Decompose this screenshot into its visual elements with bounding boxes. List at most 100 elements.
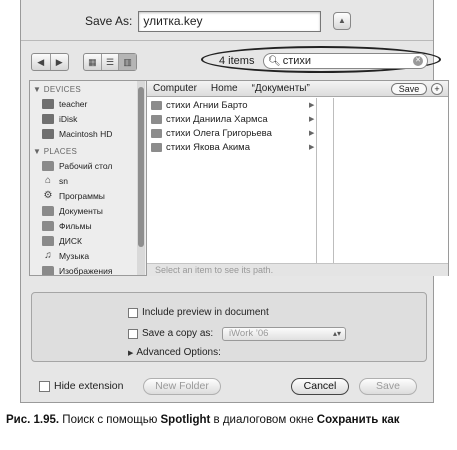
breadcrumb-home[interactable]: Home bbox=[211, 83, 238, 94]
checkbox-box[interactable] bbox=[39, 380, 50, 392]
caption-text: в диалоговом окне bbox=[210, 414, 317, 426]
chevron-right-icon: ▶ bbox=[309, 144, 315, 151]
view-mode-buttons[interactable]: ▦ ☰ ▥ bbox=[83, 53, 137, 71]
hide-extension-checkbox[interactable]: Hide extension bbox=[39, 380, 123, 392]
search-icon: 🔍︎ bbox=[268, 55, 281, 67]
disclosure-triangle-icon[interactable]: ▶ bbox=[128, 349, 133, 357]
cancel-button[interactable]: Cancel bbox=[291, 378, 349, 395]
folder-icon bbox=[151, 128, 162, 138]
caption-number: Рис. 1.95. bbox=[6, 414, 60, 426]
copy-format-select[interactable]: iWork ’06 ▴▾ bbox=[222, 327, 346, 341]
list-item[interactable]: стихи Олега Григорьева ▶ bbox=[147, 126, 316, 140]
applications-icon: ⚙ bbox=[43, 189, 53, 201]
checkbox-box[interactable] bbox=[128, 307, 138, 318]
chevron-right-icon: ▶ bbox=[309, 130, 315, 137]
sidebar-item-music[interactable]: ♫ Музыка bbox=[30, 248, 146, 263]
figure-caption: Рис. 1.95. Поиск с помощью Spotlight в д… bbox=[6, 414, 399, 426]
new-folder-button[interactable]: New Folder bbox=[143, 378, 221, 395]
add-criteria-button[interactable]: + bbox=[431, 83, 443, 95]
caption-bold: Сохранить как bbox=[316, 414, 400, 426]
search-value: стихи bbox=[282, 55, 312, 67]
hard-drive-icon bbox=[42, 128, 54, 139]
sidebar-item-label: iDisk bbox=[59, 113, 78, 124]
save-dialog: Save As: улитка.key ▲ ◀ ▶ ▦ ☰ ▥ 4 items … bbox=[20, 0, 449, 403]
updown-arrows-icon: ▴▾ bbox=[332, 329, 341, 338]
sidebar-scrollbar[interactable] bbox=[137, 81, 145, 275]
clear-search-icon[interactable]: ✕ bbox=[413, 56, 423, 66]
movies-folder-icon bbox=[42, 220, 54, 231]
pictures-folder-icon bbox=[42, 265, 54, 275]
sidebar-item-label: Изображения bbox=[59, 265, 113, 276]
sidebar-item-pictures[interactable]: Изображения bbox=[30, 263, 146, 276]
file-name: стихи Якова Акима bbox=[166, 141, 250, 153]
file-name: стихи Агнии Барто bbox=[166, 99, 248, 111]
idisk-icon bbox=[42, 113, 54, 124]
list-item[interactable]: стихи Даниила Хармса ▶ bbox=[147, 112, 316, 126]
checkbox-box[interactable] bbox=[128, 328, 138, 339]
music-icon: ♫ bbox=[44, 249, 52, 261]
back-forward-buttons[interactable]: ◀ ▶ bbox=[31, 53, 69, 71]
sidebar-item-desktop[interactable]: Рабочий стол bbox=[30, 158, 146, 173]
search-input[interactable]: 🔍︎ стихи ✕ bbox=[263, 53, 428, 69]
path-status-bar: Select an item to see its path. bbox=[147, 263, 448, 276]
expand-dialog-button[interactable]: ▲ bbox=[333, 12, 351, 30]
sidebar-item-label: Фильмы bbox=[59, 220, 92, 231]
chevron-right-icon: ▶ bbox=[309, 116, 315, 123]
sidebar-item-idisk[interactable]: iDisk bbox=[30, 111, 146, 126]
results-column: стихи Агнии Барто ▶ стихи Даниила Хармса… bbox=[147, 98, 317, 263]
items-count: 4 items bbox=[219, 55, 255, 67]
forward-arrow-icon[interactable]: ▶ bbox=[51, 54, 69, 70]
sidebar-item-movies[interactable]: Фильмы bbox=[30, 218, 146, 233]
sidebar-devices-header[interactable]: ▼ DEVICES bbox=[33, 85, 146, 94]
chevron-right-icon: ▶ bbox=[309, 102, 315, 109]
sidebar-item-label: Macintosh HD bbox=[59, 128, 113, 139]
list-item[interactable]: стихи Агнии Барто ▶ bbox=[147, 98, 316, 112]
sidebar-item-label: Документы bbox=[59, 205, 103, 216]
column-view-icon[interactable]: ▥ bbox=[119, 54, 137, 70]
file-browser: Computer Home “Документы” Save + стихи А… bbox=[147, 80, 449, 276]
sidebar-item-label: Рабочий стол bbox=[59, 160, 113, 171]
breadcrumb-documents[interactable]: “Документы” bbox=[252, 83, 310, 94]
divider bbox=[21, 40, 433, 41]
folder-icon bbox=[151, 114, 162, 124]
file-name: стихи Даниила Хармса bbox=[166, 113, 268, 125]
documents-folder-icon bbox=[42, 205, 54, 216]
save-button[interactable]: Save bbox=[359, 378, 417, 395]
save-copy-checkbox[interactable]: Save a copy as: bbox=[128, 328, 213, 339]
sidebar-item-label: Музыка bbox=[59, 250, 90, 261]
sidebar-item-home[interactable]: ⌂ sn bbox=[30, 173, 146, 188]
folder-icon bbox=[151, 100, 162, 110]
desktop-icon bbox=[42, 160, 54, 171]
sidebar-scroll-thumb[interactable] bbox=[138, 87, 144, 247]
sidebar-item-macintosh-hd[interactable]: Macintosh HD bbox=[30, 126, 146, 141]
column-divider[interactable] bbox=[333, 98, 334, 263]
icon-view-icon[interactable]: ▦ bbox=[84, 54, 102, 70]
sidebar-item-teacher[interactable]: teacher bbox=[30, 96, 146, 111]
sidebar-item-disk[interactable]: ДИСК bbox=[30, 233, 146, 248]
sidebar-item-applications[interactable]: ⚙ Программы bbox=[30, 188, 146, 203]
file-name: стихи Олега Григорьева bbox=[166, 127, 272, 139]
options-panel: Include preview in document Save a copy … bbox=[31, 292, 427, 362]
sidebar-places-header[interactable]: ▼ PLACES bbox=[33, 147, 146, 156]
caption-text: Поиск с помощью bbox=[59, 414, 161, 426]
list-view-icon[interactable]: ☰ bbox=[102, 54, 120, 70]
save-search-button[interactable]: Save bbox=[391, 83, 427, 95]
sidebar-item-documents[interactable]: Документы bbox=[30, 203, 146, 218]
home-icon: ⌂ bbox=[44, 174, 52, 186]
select-value: iWork ’06 bbox=[229, 328, 269, 339]
list-item[interactable]: стихи Якова Акима ▶ bbox=[147, 140, 316, 154]
save-as-row: Save As: улитка.key bbox=[85, 10, 322, 32]
sidebar-item-label: sn bbox=[59, 175, 68, 186]
back-arrow-icon[interactable]: ◀ bbox=[32, 54, 51, 70]
checkbox-label: Include preview in document bbox=[142, 307, 269, 318]
caption-bold: Spotlight bbox=[160, 414, 211, 426]
computer-icon bbox=[42, 98, 54, 109]
breadcrumb-computer[interactable]: Computer bbox=[153, 83, 197, 94]
save-as-label: Save As: bbox=[85, 14, 133, 28]
breadcrumb: Computer Home “Документы” Save + bbox=[147, 81, 448, 97]
sidebar-item-label: ДИСК bbox=[59, 235, 82, 246]
include-preview-checkbox[interactable]: Include preview in document bbox=[128, 307, 269, 318]
status-text: Select an item to see its path. bbox=[155, 265, 274, 275]
save-as-field[interactable]: улитка.key bbox=[138, 10, 322, 32]
advanced-options-disclosure[interactable]: ▶ Advanced Options: bbox=[128, 347, 221, 358]
